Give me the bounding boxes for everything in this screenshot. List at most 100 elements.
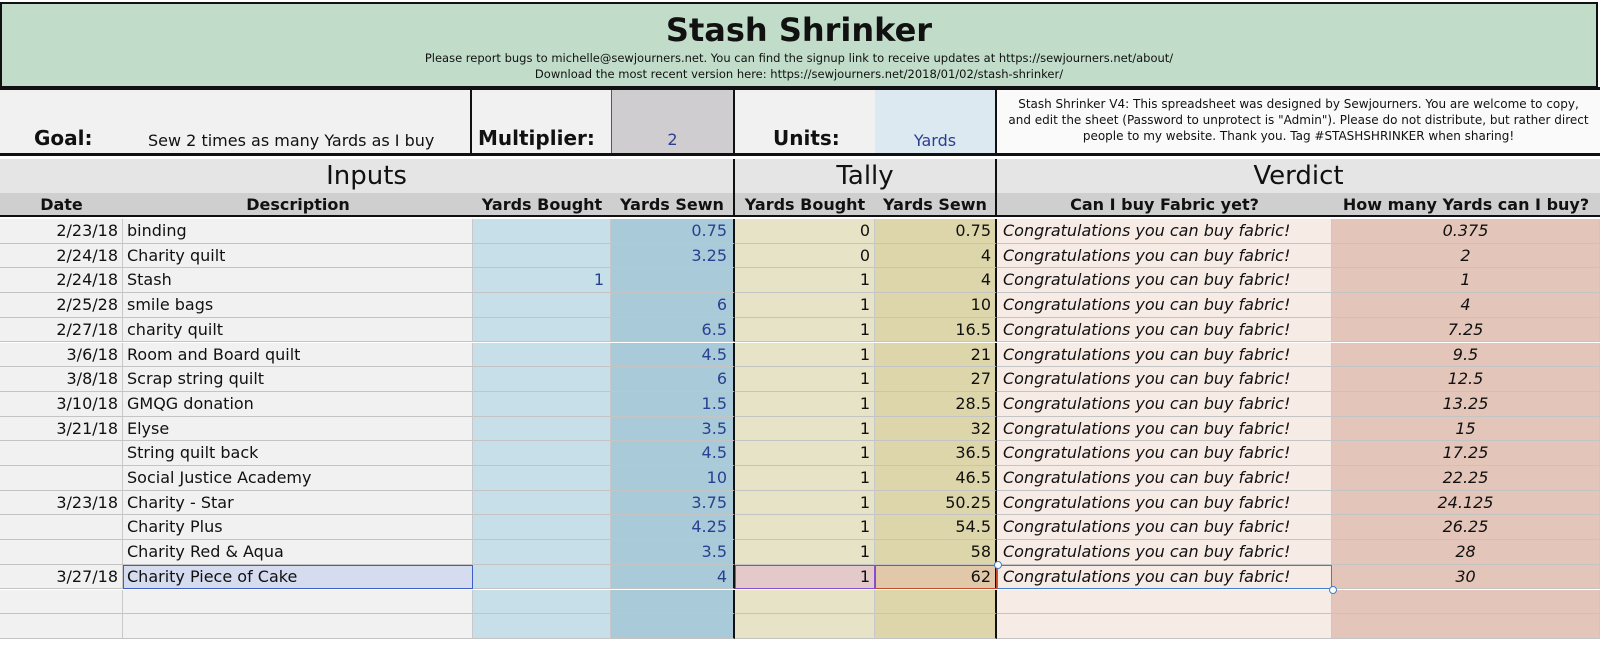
how-many-cell[interactable]: 26.25 [1332, 515, 1600, 541]
col-header-how-many[interactable]: How many Yards can I buy? [1332, 193, 1600, 217]
tally-sewn-cell[interactable] [875, 614, 997, 639]
can-buy-cell[interactable] [997, 614, 1332, 639]
can-buy-cell[interactable]: Congratulations you can buy fabric! [997, 564, 1332, 590]
yards-bought-cell[interactable] [473, 515, 611, 541]
tally-sewn-cell[interactable]: 27 [875, 367, 997, 392]
units-label-cell[interactable]: Units: [735, 88, 875, 154]
yards-bought-cell[interactable] [473, 564, 611, 590]
description-cell[interactable]: Charity quilt [123, 243, 473, 269]
selection-handle[interactable] [1329, 585, 1337, 594]
can-buy-cell[interactable]: Congratulations you can buy fabric! [997, 391, 1332, 417]
can-buy-cell[interactable]: Congratulations you can buy fabric! [997, 540, 1332, 565]
yards-sewn-cell[interactable]: 6 [611, 293, 735, 318]
how-many-cell[interactable]: 1 [1332, 268, 1600, 294]
yards-sewn-cell[interactable]: 3.25 [611, 243, 735, 269]
yards-bought-cell[interactable] [473, 317, 611, 343]
can-buy-cell[interactable]: Congratulations you can buy fabric! [997, 268, 1332, 294]
can-buy-cell[interactable]: Congratulations you can buy fabric! [997, 515, 1332, 541]
yards-sewn-cell[interactable]: 4.25 [611, 515, 735, 541]
yards-sewn-cell[interactable]: 10 [611, 466, 735, 491]
yards-bought-cell[interactable] [473, 614, 611, 639]
tally-sewn-cell[interactable]: 4 [875, 243, 997, 269]
tally-bought-cell[interactable]: 0 [735, 243, 875, 269]
tally-bought-cell[interactable]: 1 [735, 515, 875, 541]
tally-sewn-cell[interactable]: 21 [875, 342, 997, 368]
yards-bought-cell[interactable] [473, 441, 611, 466]
can-buy-cell[interactable]: Congratulations you can buy fabric! [997, 243, 1332, 269]
col-header-yards-sewn[interactable]: Yards Sewn [611, 193, 735, 217]
yards-bought-cell[interactable] [473, 589, 611, 615]
units-input-cell[interactable]: Yards [875, 88, 997, 154]
description-cell[interactable] [123, 614, 473, 639]
yards-sewn-cell[interactable]: 0.75 [611, 219, 735, 244]
yards-bought-cell[interactable] [473, 342, 611, 368]
how-many-cell[interactable]: 15 [1332, 416, 1600, 442]
yards-sewn-cell[interactable]: 4.5 [611, 441, 735, 466]
tally-sewn-cell[interactable]: 16.5 [875, 317, 997, 343]
yards-bought-cell[interactable] [473, 490, 611, 516]
description-cell[interactable]: smile bags [123, 293, 473, 318]
col-header-tally-bought[interactable]: Yards Bought [735, 193, 875, 217]
tally-bought-cell[interactable]: 1 [735, 391, 875, 417]
date-cell[interactable] [0, 614, 123, 639]
tally-bought-cell[interactable]: 1 [735, 416, 875, 442]
how-many-cell[interactable]: 9.5 [1332, 342, 1600, 368]
can-buy-cell[interactable]: Congratulations you can buy fabric! [997, 219, 1332, 244]
yards-sewn-cell[interactable]: 6.5 [611, 317, 735, 343]
date-cell[interactable]: 3/10/18 [0, 391, 123, 417]
description-cell[interactable]: Room and Board quilt [123, 342, 473, 368]
date-cell[interactable]: 3/23/18 [0, 490, 123, 516]
goal-cell[interactable]: Goal: Sew 2 times as many Yards as I buy [0, 88, 472, 154]
how-many-cell[interactable]: 7.25 [1332, 317, 1600, 343]
multiplier-input-cell[interactable]: 2 [611, 88, 735, 154]
tally-bought-cell[interactable]: 0 [735, 219, 875, 244]
date-cell[interactable]: 3/27/18 [0, 564, 123, 590]
how-many-cell[interactable]: 0.375 [1332, 219, 1600, 244]
can-buy-cell[interactable]: Congratulations you can buy fabric! [997, 466, 1332, 491]
how-many-cell[interactable]: 2 [1332, 243, 1600, 269]
can-buy-cell[interactable]: Congratulations you can buy fabric! [997, 342, 1332, 368]
tally-bought-cell[interactable]: 1 [735, 293, 875, 318]
how-many-cell[interactable]: 22.25 [1332, 466, 1600, 491]
tally-sewn-cell[interactable]: 10 [875, 293, 997, 318]
tally-sewn-cell[interactable]: 0.75 [875, 219, 997, 244]
tally-bought-cell[interactable]: 1 [735, 441, 875, 466]
tally-sewn-cell[interactable]: 46.5 [875, 466, 997, 491]
can-buy-cell[interactable]: Congratulations you can buy fabric! [997, 293, 1332, 318]
can-buy-cell[interactable]: Congratulations you can buy fabric! [997, 416, 1332, 442]
date-cell[interactable] [0, 540, 123, 565]
description-cell[interactable]: String quilt back [123, 441, 473, 466]
description-cell[interactable]: Scrap string quilt [123, 367, 473, 392]
how-many-cell[interactable]: 30 [1332, 564, 1600, 590]
yards-sewn-cell[interactable]: 4.5 [611, 342, 735, 368]
tally-sewn-cell[interactable] [875, 589, 997, 615]
tally-sewn-cell[interactable]: 36.5 [875, 441, 997, 466]
can-buy-cell[interactable]: Congratulations you can buy fabric! [997, 490, 1332, 516]
col-header-can-buy[interactable]: Can I buy Fabric yet? [997, 193, 1332, 217]
description-cell[interactable]: Charity Red & Aqua [123, 540, 473, 565]
tally-sewn-cell[interactable]: 4 [875, 268, 997, 294]
tally-sewn-cell[interactable]: 28.5 [875, 391, 997, 417]
tally-sewn-cell[interactable]: 62 [875, 564, 997, 590]
description-cell[interactable] [123, 589, 473, 615]
yards-sewn-cell[interactable]: 3.5 [611, 540, 735, 565]
col-header-date[interactable]: Date [0, 193, 123, 217]
yards-bought-cell[interactable] [473, 391, 611, 417]
how-many-cell[interactable]: 28 [1332, 540, 1600, 565]
tally-sewn-cell[interactable]: 58 [875, 540, 997, 565]
yards-sewn-cell[interactable] [611, 268, 735, 294]
date-cell[interactable]: 3/21/18 [0, 416, 123, 442]
date-cell[interactable]: 2/23/18 [0, 219, 123, 244]
description-cell[interactable]: Social Justice Academy [123, 466, 473, 491]
tally-bought-cell[interactable]: 1 [735, 490, 875, 516]
can-buy-cell[interactable] [997, 589, 1332, 615]
yards-bought-cell[interactable] [473, 540, 611, 565]
can-buy-cell[interactable]: Congratulations you can buy fabric! [997, 317, 1332, 343]
how-many-cell[interactable]: 12.5 [1332, 367, 1600, 392]
date-cell[interactable]: 2/25/28 [0, 293, 123, 318]
tally-bought-cell[interactable]: 1 [735, 540, 875, 565]
tally-bought-cell[interactable]: 1 [735, 268, 875, 294]
how-many-cell[interactable] [1332, 614, 1600, 639]
how-many-cell[interactable]: 17.25 [1332, 441, 1600, 466]
date-cell[interactable]: 2/24/18 [0, 268, 123, 294]
